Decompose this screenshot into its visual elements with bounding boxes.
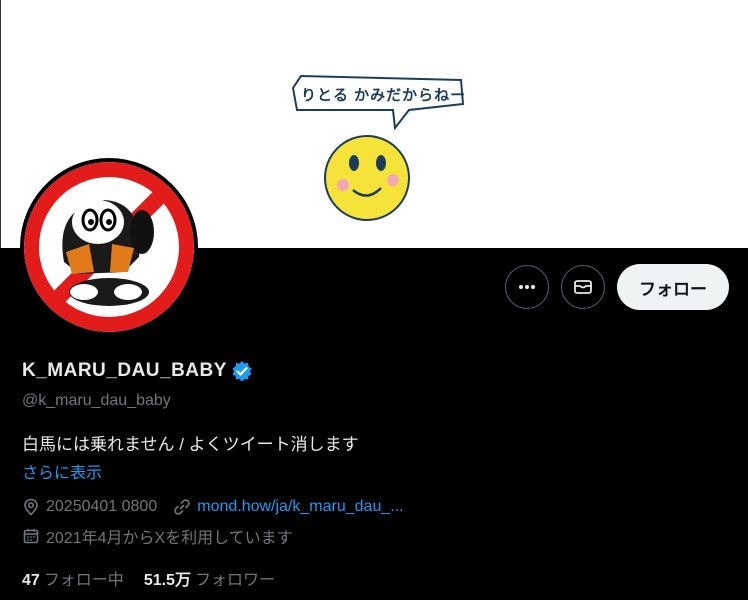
location-text: 20250401 0800: [46, 498, 158, 515]
message-button[interactable]: [561, 265, 605, 309]
bubble-text: りとる かみだからねー: [301, 87, 467, 104]
following-link[interactable]: 47 フォロー中: [22, 566, 124, 590]
display-name: K_MARU_DAU_BABY: [22, 360, 227, 381]
profile-actions: フォロー: [505, 264, 729, 310]
location-pin-icon: [24, 498, 38, 516]
avatar-image: [24, 162, 194, 332]
verified-badge-icon[interactable]: [231, 360, 253, 382]
bio-text: 白馬には乗れません / よくツイート消します: [22, 435, 359, 454]
followers-label: フォロワー: [194, 572, 275, 589]
follow-stats: 47 フォロー中 51.5万 フォロワー: [22, 566, 275, 590]
follow-button[interactable]: フォロー: [617, 264, 729, 310]
calendar-icon: [23, 529, 39, 544]
more-horizontal-icon: [519, 285, 535, 289]
profile-link[interactable]: mond.how/ja/k_maru_dau_...: [197, 498, 403, 516]
display-name-row: K_MARU_DAU_BABY: [22, 360, 253, 382]
profile-meta-row: 20250401 0800 mond.how/ja/k_maru_dau_...: [22, 498, 404, 516]
avatar[interactable]: [20, 158, 198, 336]
following-count: 47: [22, 572, 40, 589]
show-more-link[interactable]: さらに表示: [22, 459, 102, 483]
joined-row: 2021年4月からXを利用しています: [22, 524, 293, 548]
followers-link[interactable]: 51.5万 フォロワー: [144, 566, 275, 590]
following-label: フォロー中: [43, 572, 124, 589]
followers-count: 51.5万: [143, 572, 191, 589]
more-button[interactable]: [505, 265, 549, 309]
link-icon: [174, 499, 190, 515]
envelope-icon: [574, 280, 592, 294]
handle: @k_maru_dau_baby: [22, 392, 171, 409]
joined-text: 2021年4月からXを利用しています: [46, 530, 293, 547]
